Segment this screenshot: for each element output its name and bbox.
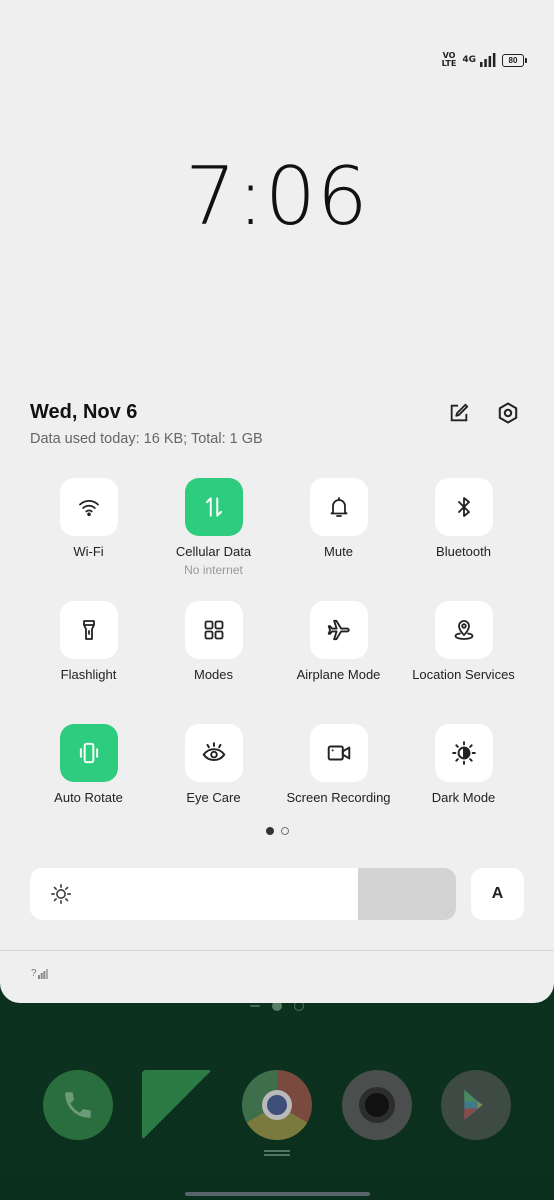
tile-airplane-mode[interactable]: Airplane Mode [276,601,401,724]
location-pin-icon [454,620,473,640]
edit-tiles-button[interactable] [444,398,474,428]
phone-app-icon[interactable] [42,1070,113,1140]
flashlight-icon [82,620,95,640]
home-page-dot-menu [250,1005,260,1007]
tile-cellular-data[interactable]: Cellular Data No internet [151,478,276,601]
signal-strength-icon [480,53,496,67]
brightness-sun-icon [51,884,71,904]
tile-dark-mode-button[interactable] [434,724,493,782]
tile-label: Eye Care [186,790,241,805]
tile-label: Cellular Data [175,544,252,559]
play-store-app-icon[interactable] [441,1070,512,1140]
brightness-slider[interactable] [30,868,456,920]
tile-modes-button[interactable] [184,601,243,659]
volte-indicator: VO LTE [442,52,457,68]
eye-icon [202,742,225,762]
no-service-label: ? [31,968,37,979]
data-usage-label[interactable]: Data used today: 16 KB; Total: 1 GB [30,431,263,447]
camera-app-icon[interactable] [341,1070,412,1140]
brightness-slider-fill[interactable] [30,868,359,920]
cellular-data-icon [205,497,222,517]
tile-label: Auto Rotate [54,790,123,805]
messages-app-icon[interactable] [142,1070,213,1140]
edit-icon [450,403,469,422]
quick-settings-grid: Wi-Fi Cellular Data No internet Mute Blu… [26,478,526,847]
tiles-page-indicator [0,827,554,835]
page-dot-active[interactable] [265,827,274,835]
bell-icon [330,497,347,517]
tile-label: Airplane Mode [296,667,381,682]
tile-label: Modes [193,667,234,682]
tile-label: Flashlight [60,667,117,682]
tile-location-services[interactable]: Location Services [401,601,526,724]
tile-bluetooth[interactable]: Bluetooth [401,478,526,601]
panel-divider [0,950,554,951]
battery-level: 80 [508,55,518,65]
tile-label: Screen Recording [286,790,391,805]
app-dock [0,1070,554,1140]
tile-flashlight[interactable]: Flashlight [26,601,151,724]
video-camera-icon [327,745,350,761]
quick-settings-panel: VO LTE 4G 80 7:06 Wed, Nov 6 Data used t… [0,0,554,1003]
app-drawer-handle[interactable] [264,1150,290,1156]
network-type: 4G [462,55,476,65]
page-dot-inactive[interactable] [280,827,289,835]
tile-label: Bluetooth [436,544,491,559]
tile-screen-recording-button[interactable] [309,724,368,782]
gesture-nav-bar[interactable] [185,1192,370,1196]
tile-bluetooth-button[interactable] [434,478,493,536]
clock[interactable]: 7:06 [0,150,554,243]
tile-mute[interactable]: Mute [276,478,401,601]
status-bar: VO LTE 4G 80 [442,52,527,68]
tile-cellular-data-button[interactable] [184,478,243,536]
tile-auto-rotate-button[interactable] [59,724,118,782]
modes-grid-icon [204,620,223,640]
tile-modes[interactable]: Modes [151,601,276,724]
tile-flashlight-button[interactable] [59,601,118,659]
airplane-icon [327,619,350,641]
lte-label: LTE [441,59,457,68]
battery-icon: 80 [502,53,527,67]
tile-label: Location Services [412,667,515,682]
chrome-app-icon[interactable] [241,1070,312,1140]
tile-mute-button[interactable] [309,478,368,536]
gear-icon [498,402,518,424]
dark-mode-icon [451,741,476,765]
tile-airplane-mode-button[interactable] [309,601,368,659]
auto-brightness-button[interactable]: A [471,868,524,920]
date-label[interactable]: Wed, Nov 6 [30,401,137,424]
tile-eye-care-button[interactable] [184,724,243,782]
auto-rotate-icon [79,742,98,764]
tile-wifi[interactable]: Wi-Fi [26,478,151,601]
signal-strength-icon [37,969,48,979]
tile-label: Dark Mode [431,790,496,805]
bottom-signal-indicator: ? [31,969,48,979]
tile-label: Mute [324,544,353,559]
wifi-icon [78,500,99,517]
bluetooth-icon [457,497,470,517]
tile-label: Wi-Fi [73,544,104,559]
tile-location-services-button[interactable] [434,601,493,659]
tile-sublabel: No internet [184,563,243,577]
tile-wifi-button[interactable] [59,478,118,536]
settings-button[interactable] [493,398,523,428]
